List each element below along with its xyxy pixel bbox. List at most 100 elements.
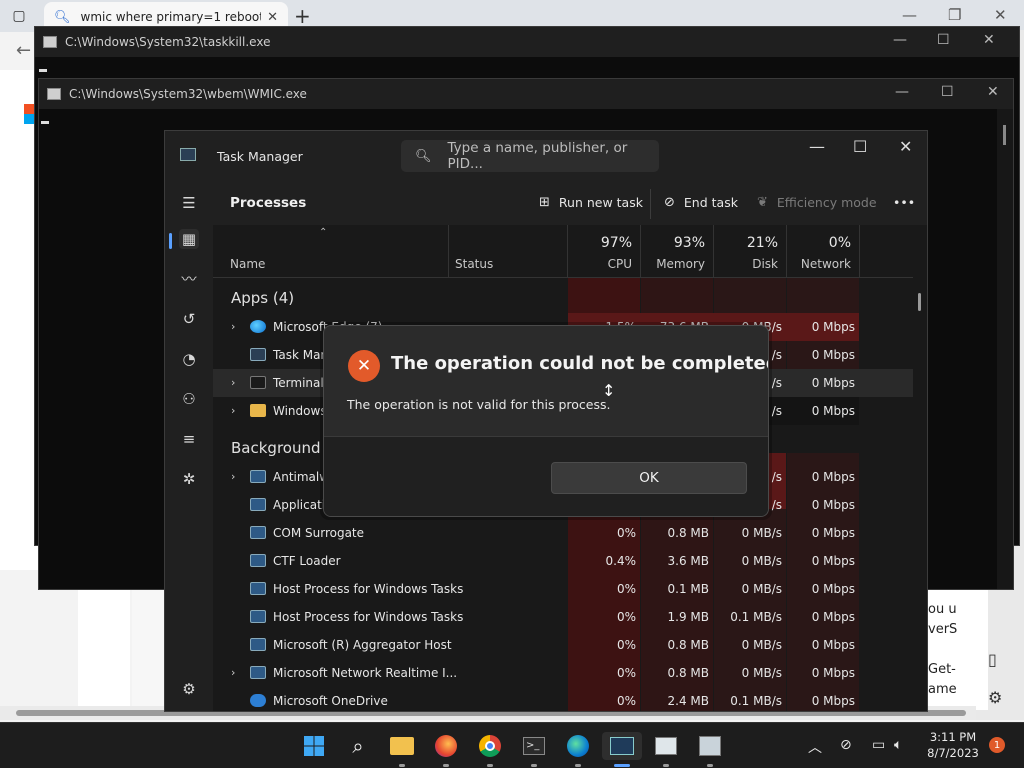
console-title: C:\Windows\System32\taskkill.exe	[65, 35, 271, 49]
efficiency-mode-button[interactable]: ❦ Efficiency mode	[757, 195, 877, 210]
network-column-header[interactable]: 0% Network	[787, 225, 860, 277]
page-side-text: ou u verS Get- ame	[928, 590, 988, 710]
start-button[interactable]	[300, 732, 328, 760]
folder-icon	[250, 404, 266, 417]
navigation-rail: ☰ ▦ 〰 ↺ ◔ ⚇ ≡ ✲ ⚙	[165, 181, 213, 711]
tab-actions-icon[interactable]: ▢	[10, 7, 28, 25]
run-new-task-button[interactable]: ⊞ Run new task	[539, 195, 643, 210]
table-scrollbar[interactable]	[918, 293, 921, 311]
minimize-icon[interactable]: —	[895, 84, 909, 100]
users-icon[interactable]: ⚇	[179, 389, 199, 409]
close-icon[interactable]: ✕	[983, 32, 995, 48]
expand-chevron-icon[interactable]: ›	[231, 376, 235, 389]
startup-apps-icon[interactable]: ◔	[179, 349, 199, 369]
taskbar-file-explorer[interactable]	[388, 732, 416, 767]
leaf-icon: ❦	[757, 195, 768, 210]
task-manager-icon	[250, 348, 266, 361]
minimize-icon[interactable]: —	[902, 6, 917, 24]
console-titlebar[interactable]: C:\Windows\System32\wbem\WMIC.exe	[39, 79, 1013, 109]
expand-chevron-icon[interactable]: ›	[231, 404, 235, 417]
close-icon[interactable]: ✕	[899, 137, 912, 156]
maximize-icon[interactable]: ☐	[941, 84, 954, 100]
service-icon	[250, 610, 266, 623]
run-task-icon: ⊞	[539, 195, 550, 210]
volume-icon[interactable]: 🔈︎	[894, 737, 902, 753]
task-manager-icon	[180, 148, 196, 161]
maximize-icon[interactable]: ☐	[937, 32, 950, 48]
taskbar: ⌕ >_ ︿ ⊘ ▭ 🔈︎ 3:11 PM 8/7/2023	[0, 722, 1024, 768]
network-disconnected-icon[interactable]: ⊘	[840, 737, 852, 753]
cpu-column-header[interactable]: 97% CPU	[568, 225, 641, 277]
clock-time: 3:11 PM	[929, 730, 977, 744]
close-icon[interactable]: ✕	[987, 84, 999, 100]
services-icon[interactable]: ✲	[179, 469, 199, 489]
browser-tab-title: wmic where primary=1 reboot -	[80, 10, 262, 24]
taskbar-firefox[interactable]	[432, 732, 460, 767]
window-title: Task Manager	[217, 149, 303, 164]
more-options-button[interactable]: •••	[893, 195, 915, 210]
search-input[interactable]: 🔍︎ Type a name, publisher, or PID...	[401, 140, 659, 172]
memory-column-header[interactable]: 93% Memory	[641, 225, 714, 277]
clock-date: 8/7/2023	[927, 746, 979, 760]
settings-gear-icon[interactable]: ⚙	[179, 679, 199, 699]
monitor-icon[interactable]: ▭	[872, 737, 885, 753]
chrome-icon	[479, 735, 501, 757]
dialog-footer: OK	[324, 436, 768, 516]
table-row[interactable]: CTF Loader 0.4% 3.6 MB 0 MB/s 0 Mbps	[213, 547, 913, 575]
taskbar-edge[interactable]	[564, 732, 592, 767]
table-row[interactable]: Microsoft OneDrive 0% 2.4 MB 0.1 MB/s 0 …	[213, 687, 913, 711]
name-column-header[interactable]: ⌃ Name	[213, 225, 449, 277]
search-icon: 🔍︎	[415, 148, 432, 164]
table-row[interactable]: › Microsoft Network Realtime I... 0% 0.8…	[213, 659, 913, 687]
processes-icon[interactable]: ▦	[179, 229, 199, 249]
console-titlebar[interactable]: C:\Windows\System32\taskkill.exe	[35, 27, 1019, 57]
system-clock[interactable]: 3:11 PM 8/7/2023	[922, 729, 984, 761]
console-title: C:\Windows\System32\wbem\WMIC.exe	[69, 87, 307, 101]
wmic-icon	[699, 736, 721, 756]
edge-icon	[250, 320, 266, 333]
maximize-icon[interactable]: ☐	[853, 137, 867, 156]
edge-icon	[567, 735, 589, 757]
table-row[interactable]: Host Process for Windows Tasks 0% 1.9 MB…	[213, 603, 913, 631]
sidebar-icon[interactable]: ▯	[988, 650, 997, 669]
gear-icon[interactable]: ⚙	[988, 688, 1002, 707]
new-tab-icon[interactable]: +	[294, 4, 311, 28]
performance-icon[interactable]: 〰	[179, 269, 199, 289]
service-icon	[250, 554, 266, 567]
expand-chevron-icon[interactable]: ›	[231, 470, 235, 483]
expand-chevron-icon[interactable]: ›	[231, 666, 235, 679]
taskbar-terminal[interactable]: >_	[520, 732, 548, 767]
minimize-icon[interactable]: —	[893, 32, 907, 48]
table-row[interactable]: Microsoft (R) Aggregator Host 0% 0.8 MB …	[213, 631, 913, 659]
close-icon[interactable]: ✕	[994, 6, 1007, 24]
app-history-icon[interactable]: ↺	[179, 309, 199, 329]
taskbar-console[interactable]	[652, 732, 680, 767]
close-tab-icon[interactable]: ✕	[267, 10, 278, 25]
restore-icon[interactable]: ❐	[948, 6, 961, 24]
details-icon[interactable]: ≡	[179, 429, 199, 449]
search-icon: 🔍︎	[54, 9, 71, 25]
apps-group-header[interactable]: Apps (4)	[231, 289, 294, 307]
disk-column-header[interactable]: 21% Disk	[714, 225, 787, 277]
taskbar-task-manager[interactable]	[602, 732, 642, 767]
table-row[interactable]: Host Process for Windows Tasks 0% 0.1 MB…	[213, 575, 913, 603]
expand-chevron-icon[interactable]: ›	[231, 320, 235, 333]
terminal-icon: >_	[523, 737, 545, 755]
table-row[interactable]: COM Surrogate 0% 0.8 MB 0 MB/s 0 Mbps	[213, 519, 913, 547]
taskbar-chrome[interactable]	[476, 732, 504, 767]
taskbar-search-button[interactable]: ⌕	[344, 732, 372, 760]
show-hidden-icons-chevron-icon[interactable]: ︿	[808, 737, 822, 757]
dialog-message: The operation is not valid for this proc…	[347, 397, 611, 412]
console-scrollbar[interactable]	[997, 109, 1013, 589]
ok-button[interactable]: OK	[551, 462, 747, 494]
notification-badge[interactable]: 1	[989, 737, 1005, 753]
back-arrow-icon[interactable]: ←	[16, 40, 31, 61]
microsoft-logo-icon	[24, 104, 34, 124]
status-column-header[interactable]: Status	[449, 225, 568, 277]
task-manager-titlebar[interactable]: Task Manager 🔍︎ Type a name, publisher, …	[165, 131, 927, 181]
minimize-icon[interactable]: —	[809, 137, 825, 156]
error-dialog[interactable]: ✕ The operation could not be completed. …	[323, 325, 769, 517]
hamburger-menu-icon[interactable]: ☰	[179, 193, 199, 213]
taskbar-wmic[interactable]	[696, 732, 724, 767]
end-task-button[interactable]: ⊘ End task	[664, 195, 738, 210]
